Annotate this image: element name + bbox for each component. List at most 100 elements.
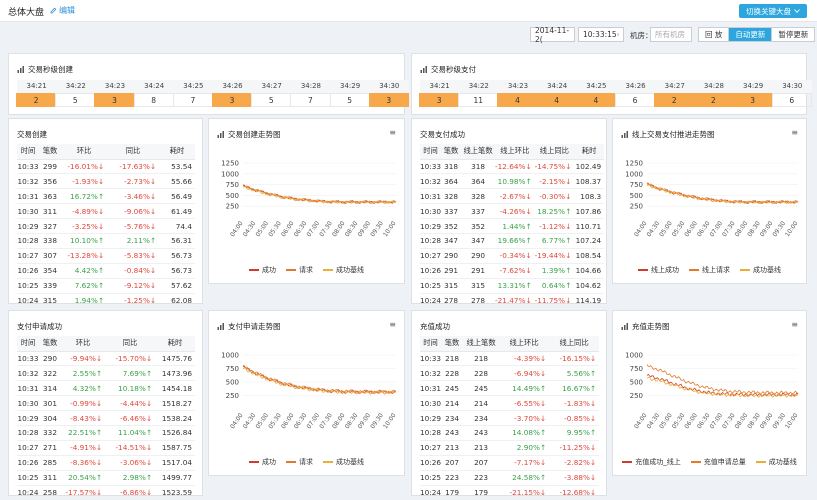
table-cell: -0.84%↓ [107, 263, 159, 279]
table-cell: 7.69%↑ [105, 365, 155, 382]
table-cell: 10:32 [17, 365, 39, 382]
table-cell: -1.12%↓ [534, 218, 575, 234]
tick-cell: 34:22 5 [55, 80, 96, 107]
legend-item[interactable]: 线上成功 [638, 265, 679, 275]
table-cell: 62.08 [159, 293, 195, 309]
table-cell: 218 [463, 351, 500, 367]
tick-time: 34:21 [17, 80, 57, 93]
table-cell: 108.3 [574, 188, 605, 205]
replay-button[interactable]: 回 放 [699, 28, 730, 41]
edit-link[interactable]: 编辑 [50, 5, 75, 16]
table-header: 笔数 [39, 144, 61, 160]
auto-update-button[interactable]: 自动更新 [729, 28, 773, 41]
table-cell: -2.15%↓ [534, 173, 575, 190]
legend-item[interactable]: 请求 [286, 457, 313, 467]
table-row: 10:28 338 10.10%↑ 2.11%↑ 56.31 [17, 233, 195, 249]
table-row: 10:27 290 290 -0.34%↓ -19.44%↓ 108.54 [420, 248, 605, 264]
date-input[interactable]: 2014-11-2( [530, 25, 575, 44]
tick-time: 34:22 [56, 80, 96, 93]
table-cell: 10:29 [420, 218, 442, 234]
table-cell: -16.01%↓ [61, 159, 107, 175]
table-cell: 213 [463, 440, 500, 456]
table-cell: 228 [441, 365, 464, 382]
table-cell: 56.73 [159, 263, 195, 279]
table-cell: 74.4 [159, 218, 195, 234]
table-cell: 245 [441, 380, 464, 397]
x-tick-label: 10:00 [382, 412, 398, 430]
table-cell: 1.44%↑ [495, 218, 535, 234]
table-row: 10:24 258 -17.57%↓ -6.86%↓ 1523.59 [17, 485, 195, 500]
table-cell: 1523.59 [155, 485, 195, 500]
switch-dashboard-button[interactable]: 切换关键大盘 [739, 4, 807, 18]
table-cell: 1454.18 [155, 380, 195, 397]
legend-swatch [286, 269, 296, 271]
table-row: 10:30 337 337 -4.26%↓ 18.25%↑ 107.86 [420, 203, 605, 220]
legend-item[interactable]: 成功 [249, 457, 276, 467]
table-row: 10:29 327 -3.25%↓ -5.76%↓ 74.4 [17, 218, 195, 234]
edit-label: 编辑 [59, 6, 75, 15]
legend-item[interactable]: 线上请求 [689, 265, 730, 275]
data-table: 时间 笔数 环比 同比 耗时 10:33 290 -9.94%↓ -15.70%↓ 1475.76… [17, 336, 195, 500]
table-header: 环比 [61, 336, 105, 352]
table-cell: 364 [441, 173, 462, 190]
table-cell: 278 [461, 293, 496, 309]
panel-title-text: 交易秒级创建 [28, 65, 73, 74]
table-cell: 347 [441, 233, 462, 249]
time-input[interactable]: 10:33:15 [578, 27, 624, 42]
table-cell: -6.94%↓ [499, 365, 550, 382]
room-input[interactable]: 所有机房 [650, 27, 692, 42]
series-line [646, 364, 799, 396]
tick-time: 34:29 [733, 80, 773, 93]
chart-panel-pay: 线上交易支付推进走势图 ≡ 1250 1000 750 500 250 04:00 04:3… [612, 118, 807, 284]
legend-item[interactable]: 请求 [286, 265, 313, 275]
date-value: 2014-11-2( [535, 25, 570, 44]
tick-value: 2 [693, 93, 734, 107]
legend-item[interactable]: 成功 [249, 265, 276, 275]
y-tick-label: 1000 [221, 170, 239, 178]
table-cell: 304 [39, 410, 61, 426]
legend-item[interactable]: 成功基线 [323, 457, 364, 467]
table-cell: 214 [441, 395, 464, 412]
tick-cell: 34:21 3 [419, 80, 460, 107]
pause-update-button[interactable]: 暂停更新 [772, 28, 814, 41]
table-row: 10:30 301 -0.99%↓ -4.44%↓ 1518.27 [17, 395, 195, 412]
y-tick-label: 500 [226, 379, 239, 387]
tick-cell: 34:28 2 [693, 80, 734, 107]
table-cell: 10:27 [17, 440, 39, 456]
tick-cell: 34:25 7 [172, 80, 213, 107]
legend-swatch [622, 461, 633, 463]
legend-item[interactable]: 成功基线 [740, 265, 781, 275]
line-chart: 1250100075050025004:0004:3005:0005:3006:… [625, 160, 800, 239]
table-cell: 18.25%↑ [534, 203, 575, 220]
table-cell: 10:24 [17, 293, 39, 309]
table-cell: 10:28 [420, 233, 442, 249]
table-row: 10:32 364 364 10.98%↑ -2.15%↓ 108.37 [420, 173, 605, 190]
table-cell: -11.75%↓ [534, 293, 575, 309]
table-cell: 1473.96 [155, 365, 195, 382]
time-value: 10:33:15 [583, 30, 617, 39]
table-header: 笔数 [441, 144, 462, 160]
table-cell: 1538.24 [155, 410, 195, 426]
legend-item[interactable]: 充值成功_线上 [622, 457, 681, 467]
table-row: 10:28 332 22.51%↑ 11.04%↑ 1526.84 [17, 425, 195, 441]
tick-time: 34:27 [655, 80, 695, 93]
table-row: 10:33 218 218 -4.39%↓ -16.15%↓ [420, 351, 600, 367]
x-tick-label: 10:00 [784, 412, 800, 430]
table-header: 环比 [61, 144, 107, 160]
tick-time: 34:25 [173, 80, 213, 93]
table-panel-create: 交易创建 时间 笔数 环比 同比 耗时 10:33 299 -16.01%↓ -17.63%↓ 5… [8, 118, 203, 309]
legend-item[interactable]: 成功基线 [323, 265, 364, 275]
legend-item[interactable]: 充值申请总量 [690, 457, 746, 467]
table-cell: -1.93%↓ [61, 173, 107, 190]
page-title: 总体大盘 [8, 8, 45, 18]
y-tick-label: 250 [226, 203, 239, 211]
table-cell: 315 [441, 278, 462, 294]
table-cell: 10:32 [420, 365, 442, 382]
table-cell: 19.66%↑ [495, 233, 535, 249]
table-cell: 318 [461, 159, 496, 175]
table-cell: 213 [441, 440, 464, 456]
table-cell: -0.85%↓ [549, 410, 600, 426]
legend-item[interactable]: 成功基线 [755, 457, 797, 467]
y-tick-label: 500 [226, 192, 239, 200]
table-panel-recharge: 充值成功 时间 笔数 线上笔数 线上环比 线上同比 10:33 218 218 -4.39%↓ -… [411, 310, 607, 500]
